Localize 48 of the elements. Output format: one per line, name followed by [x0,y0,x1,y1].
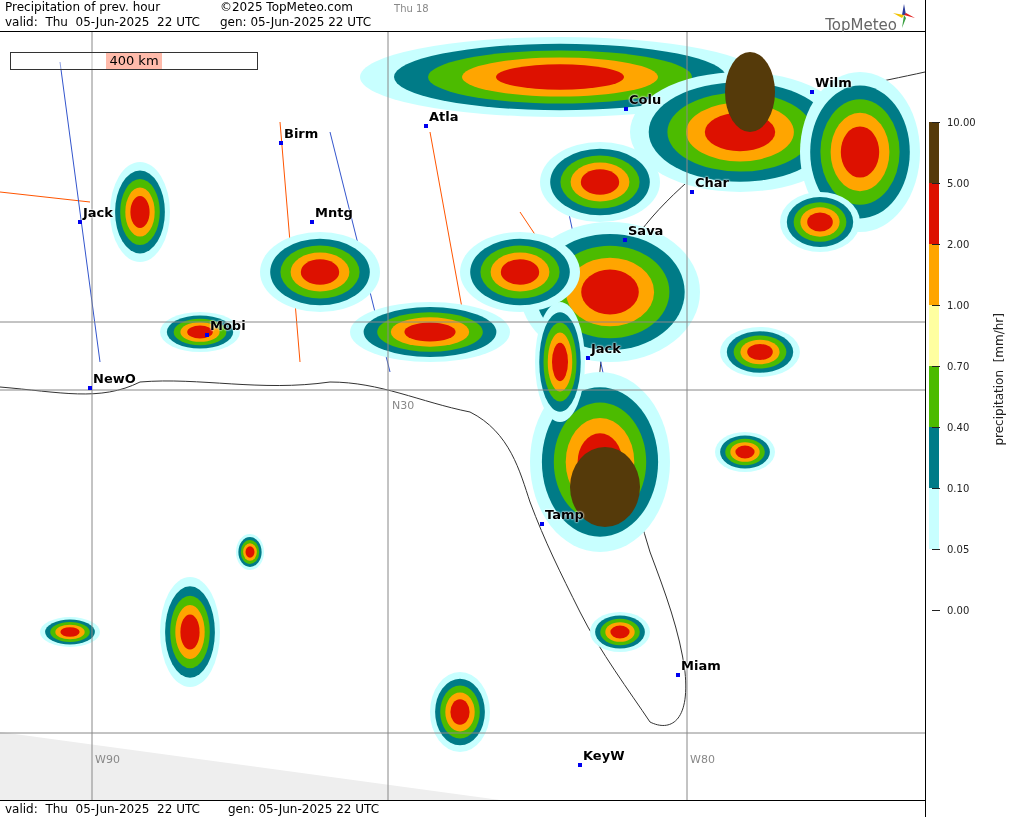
city-label: Sava [628,223,664,239]
city-marker-icon [279,141,283,145]
city-marker-icon [540,522,544,526]
copyright-text: ©2025 TopMeteo.com [220,0,354,15]
scale-bar: 400 km [10,52,258,70]
grid-label: W90 [95,754,120,766]
city-marker-icon [88,386,92,390]
legend-tick-label: 1.00 [947,299,970,311]
legend-tick-label: 0.40 [947,421,970,433]
city-label: Atla [429,109,459,125]
city-marker-icon [586,356,590,360]
city-label: KeyW [583,748,625,764]
city-marker-icon [310,220,314,224]
legend-tick-label: 0.10 [947,482,970,494]
city-label: Colu [629,92,662,108]
logo-text: TopMeteo [825,16,897,34]
city-label: Char [695,175,729,191]
legend-tick-label: 0.05 [947,543,970,555]
city-marker-icon [676,673,680,677]
legend-tick-label: 0.70 [947,360,970,372]
legend-tick-label: 0.00 [947,604,970,616]
city-marker-icon [624,107,628,111]
city-label: Wilm [815,75,852,91]
valid-time: valid: Thu 05-Jun-2025 22 UTC [5,801,200,817]
city-label: Jack [83,205,113,221]
city-label: NewO [93,371,136,387]
city-label: Mntg [315,205,353,221]
city-marker-icon [690,190,694,194]
city-marker-icon [578,763,582,767]
city-marker-icon [810,90,814,94]
city-label: Miam [681,658,721,674]
city-marker-icon [78,220,82,224]
legend-tick-label: 5.00 [947,177,970,189]
grid-label: N30 [392,400,415,412]
legend-title: precipitation [mm/hr] [992,313,1006,446]
legend-tick-label: 10.00 [947,116,976,128]
legend-tick-label: 2.00 [947,238,970,250]
grid-label: W80 [690,754,715,766]
city-marker-icon [623,238,627,242]
generated-time: gen: 05-Jun-2025 22 UTC [220,15,372,30]
city-marker-icon [205,333,209,337]
city-label: Birm [284,126,319,142]
city-label: Mobi [210,318,246,334]
city-marker-icon [424,124,428,128]
run-label: Thu 18 [394,3,429,14]
map-title: Precipitation of prev. hour [5,0,162,15]
generated-time: gen: 05-Jun-2025 22 UTC [228,801,380,817]
valid-time: valid: Thu 05-Jun-2025 22 UTC [5,15,200,30]
